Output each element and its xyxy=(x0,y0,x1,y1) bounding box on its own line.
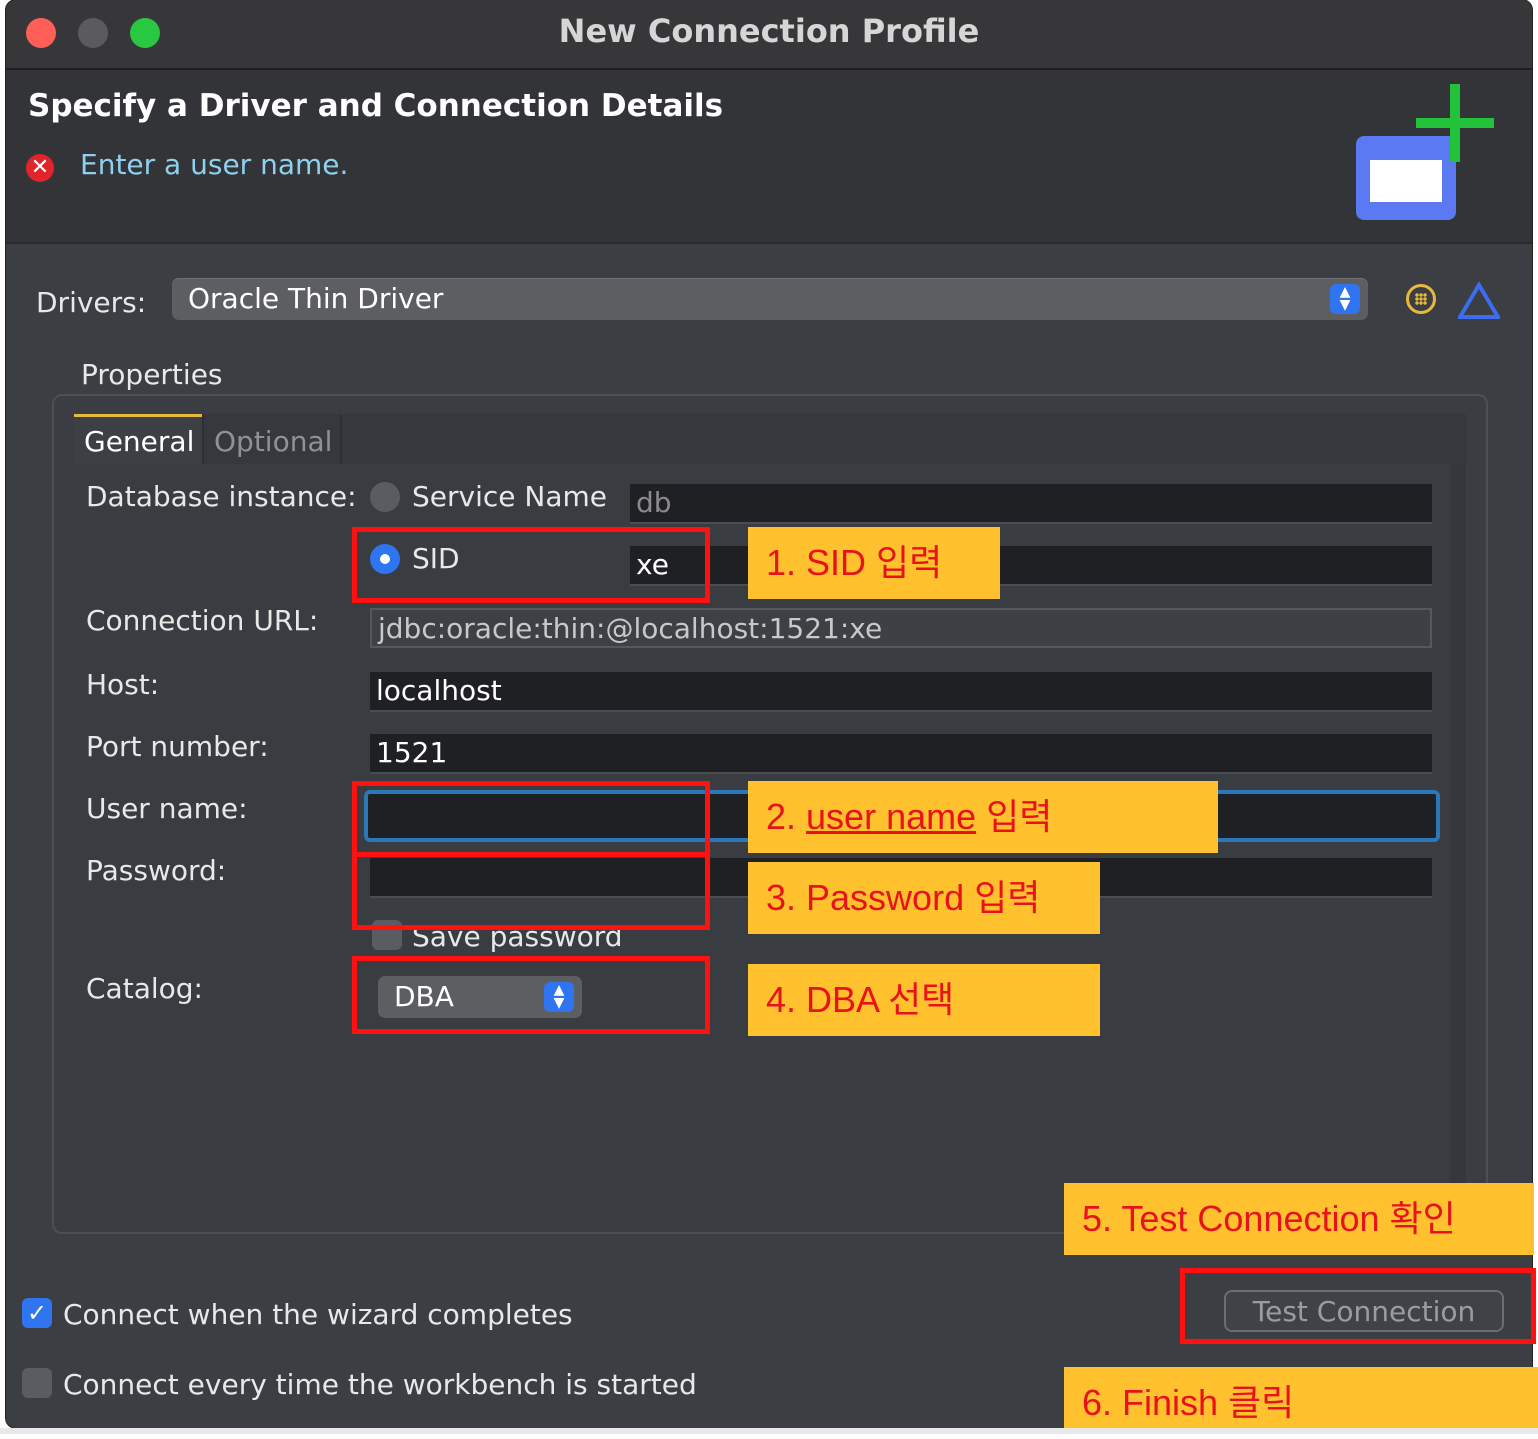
edit-driver-icon[interactable] xyxy=(1406,284,1436,314)
callout-step-6: 6. Finish 클릭 xyxy=(1064,1367,1538,1434)
host-label: Host: xyxy=(86,668,160,701)
drivers-dropdown[interactable]: Oracle Thin Driver ▲ ▼ xyxy=(172,278,1368,320)
connect-on-complete-label: Connect when the wizard completes xyxy=(63,1298,573,1331)
password-label: Password: xyxy=(86,854,227,887)
callout-step-1: 1. SID 입력 xyxy=(748,527,1000,599)
port-number-field[interactable]: 1521 xyxy=(370,734,1432,774)
database-instance-label: Database instance: xyxy=(86,480,357,513)
callout-step-2-suffix: 입력 xyxy=(976,796,1053,837)
connect-on-startup-checkbox[interactable] xyxy=(22,1368,52,1398)
callout-step-2-prefix: 2. xyxy=(766,796,807,837)
service-name-field[interactable]: db xyxy=(630,484,1432,524)
host-value: localhost xyxy=(376,674,502,707)
page-edge xyxy=(0,1428,1538,1434)
connection-url-field: jdbc:oracle:thin:@localhost:1521:xe xyxy=(370,608,1432,648)
connect-on-complete-checkbox[interactable]: ✓ xyxy=(22,1298,52,1328)
callout-step-2-underlined: user name xyxy=(806,796,977,837)
chevron-updown-icon: ▲ ▼ xyxy=(1330,284,1360,314)
drivers-selected-value: Oracle Thin Driver xyxy=(188,282,444,315)
user-name-label: User name: xyxy=(86,792,248,825)
catalog-label: Catalog: xyxy=(86,972,203,1005)
test-connection-highlight-box xyxy=(1180,1268,1536,1344)
sid-highlight-box xyxy=(352,527,710,603)
drivers-label: Drivers: xyxy=(36,286,147,319)
port-number-value: 1521 xyxy=(376,736,448,769)
catalog-highlight-box xyxy=(352,956,710,1034)
tab-optional[interactable]: Optional xyxy=(202,414,342,464)
wizard-header: Specify a Driver and Connection Details … xyxy=(6,70,1532,244)
tab-general[interactable]: General xyxy=(74,414,202,464)
callout-step-5: 5. Test Connection 확인 xyxy=(1064,1183,1534,1255)
page-title: Specify a Driver and Connection Details xyxy=(28,88,724,124)
error-icon: ✕ xyxy=(26,154,54,182)
new-connection-wizard-icon xyxy=(1352,84,1512,234)
new-driver-icon[interactable] xyxy=(1458,282,1500,320)
properties-group-label: Properties xyxy=(81,358,223,391)
callout-step-4: 4. DBA 선택 xyxy=(748,964,1100,1036)
service-name-value: db xyxy=(636,486,672,519)
callout-step-2: 2. user name 입력 xyxy=(748,781,1218,853)
error-message: Enter a user name. xyxy=(80,148,349,181)
user-name-highlight-box xyxy=(352,781,710,857)
callout-step-3: 3. Password 입력 xyxy=(748,862,1100,934)
connect-on-startup-label: Connect every time the workbench is star… xyxy=(63,1368,697,1401)
connection-url-label: Connection URL: xyxy=(86,604,319,637)
host-field[interactable]: localhost xyxy=(370,672,1432,712)
window-title: New Connection Profile xyxy=(558,12,980,50)
title-bar: New Connection Profile xyxy=(6,0,1532,70)
service-name-radio[interactable] xyxy=(370,482,400,512)
connection-url-value: jdbc:oracle:thin:@localhost:1521:xe xyxy=(378,612,883,645)
port-number-label: Port number: xyxy=(86,730,269,763)
password-highlight-box xyxy=(352,852,710,930)
service-name-label: Service Name xyxy=(412,480,607,513)
properties-tab-bar: General Optional xyxy=(74,414,1466,465)
